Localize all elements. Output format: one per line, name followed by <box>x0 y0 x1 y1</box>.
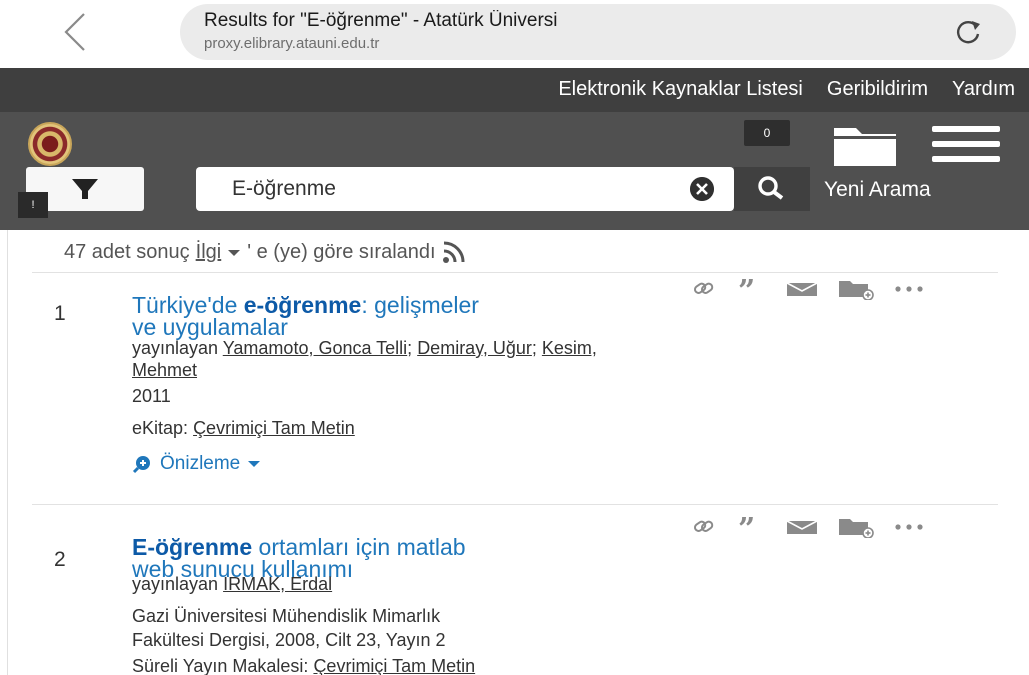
add-folder-icon[interactable] <box>838 278 874 300</box>
author-link[interactable]: Kesim, <box>542 338 597 358</box>
search-input-value: E-öğrenme <box>232 177 336 200</box>
svg-text:”: ” <box>738 517 755 537</box>
search-icon <box>758 176 784 200</box>
page-host: proxy.elibrary.atauni.edu.tr <box>204 35 380 52</box>
preview-label: Önizleme <box>160 453 241 474</box>
email-icon[interactable] <box>786 518 818 536</box>
search-button[interactable] <box>734 167 810 211</box>
back-chevron-icon[interactable] <box>52 8 100 56</box>
search-header: 0 ! E-öğrenme Yeni Arama <box>0 112 1029 230</box>
browser-chrome: Results for "E-öğrenme" - Atatürk Üniver… <box>0 0 1029 68</box>
result-authors: yayınlayan IRMAK, Erdal <box>132 574 332 595</box>
sort-link[interactable]: İlgi <box>196 241 222 264</box>
results-summary: 47 adet sonuç İlgi ' e (ye) göre sıralan… <box>64 240 468 264</box>
top-link-bar: Elektronik Kaynaklar Listesi Geribildiri… <box>0 68 1029 112</box>
sort-suffix: ' e (ye) göre sıralandı <box>247 240 436 263</box>
result-source-cont: Fakültesi Dergisi, 2008, Cilt 23, Yayın … <box>132 630 446 650</box>
rss-icon[interactable] <box>442 240 468 264</box>
author-link[interactable]: Mehmet <box>132 360 197 380</box>
result-authors-cont: Mehmet <box>132 360 197 381</box>
more-icon[interactable] <box>894 284 924 294</box>
email-icon[interactable] <box>786 280 818 298</box>
result-format: Süreli Yayın Makalesi: Çevrimiçi Tam Met… <box>132 656 475 675</box>
quote-icon[interactable]: ” <box>736 517 766 537</box>
result-title[interactable]: Türkiye'de e-öğrenme: gelişmeler ve uygu… <box>132 292 752 340</box>
result-authors: yayınlayan Yamamoto, Gonca Telli; Demira… <box>132 338 597 358</box>
by-label: yayınlayan <box>132 574 219 594</box>
search-input[interactable]: E-öğrenme <box>196 167 734 211</box>
author-link[interactable]: Yamamoto, Gonca Telli <box>223 338 407 358</box>
format-label: Süreli Yayın Makalesi: <box>132 656 309 675</box>
page-title: Results for "E-öğrenme" - Atatürk Üniver… <box>204 10 558 31</box>
add-folder-icon[interactable] <box>838 516 874 538</box>
divider <box>32 272 998 273</box>
preview-icon <box>132 456 150 474</box>
result-number: 1 <box>54 302 66 325</box>
title-text: ve uygulamalar <box>132 314 288 340</box>
clear-icon[interactable] <box>690 177 714 201</box>
folder-count-badge: 0 <box>744 120 790 146</box>
result-number: 2 <box>54 548 66 571</box>
university-logo[interactable] <box>28 122 72 166</box>
by-label: yayınlayan <box>132 338 219 358</box>
result-format: eKitap: Çevrimiçi Tam Metin <box>132 418 355 439</box>
format-label: eKitap: <box>132 418 189 438</box>
sort-caret-icon[interactable] <box>227 247 241 257</box>
reload-icon[interactable] <box>954 18 982 46</box>
result-actions: ” <box>692 516 924 538</box>
link-feedback[interactable]: Geribildirim <box>827 78 928 101</box>
result-source: Gazi Üniversitesi Mühendislik Mimarlık <box>132 606 441 626</box>
address-bar[interactable]: Results for "E-öğrenme" - Atatürk Üniver… <box>180 4 1016 60</box>
new-search-link[interactable]: Yeni Arama <box>824 178 931 202</box>
author-link[interactable]: Demiray, Uğur <box>417 338 532 358</box>
link-electronic-resources[interactable]: Elektronik Kaynaklar Listesi <box>558 78 803 101</box>
alert-badge[interactable]: ! <box>18 192 48 218</box>
full-text-link[interactable]: Çevrimiçi Tam Metin <box>193 418 355 438</box>
author-link[interactable]: IRMAK, Erdal <box>223 574 332 594</box>
link-icon[interactable] <box>692 517 716 537</box>
title-text: : gelişmeler <box>361 292 479 318</box>
menu-icon[interactable] <box>932 126 1000 164</box>
left-edge <box>0 230 8 675</box>
full-text-link[interactable]: Çevrimiçi Tam Metin <box>313 656 475 675</box>
result-year: 2011 <box>132 386 171 406</box>
folder-icon[interactable] <box>832 122 900 168</box>
chevron-down-icon <box>248 461 261 467</box>
link-help[interactable]: Yardım <box>952 78 1015 101</box>
more-icon[interactable] <box>894 522 924 532</box>
preview-toggle[interactable]: Önizleme <box>132 453 261 475</box>
divider <box>32 504 998 505</box>
results-count: 47 adet sonuç <box>64 240 190 263</box>
